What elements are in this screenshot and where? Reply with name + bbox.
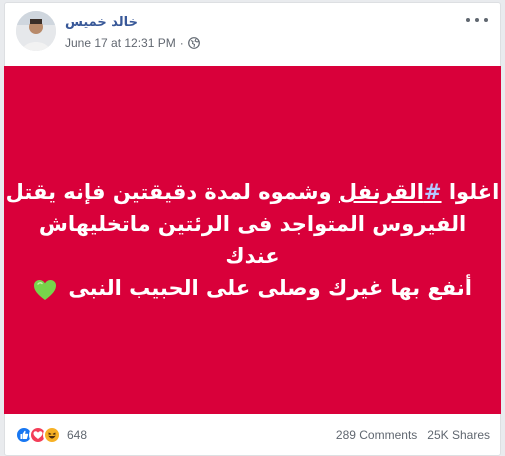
post-card: خالد خميس June 17 at 12:31 PM · اغلوا #ا… <box>4 2 501 456</box>
author-avatar[interactable] <box>16 11 56 51</box>
line1-prefix: اغلوا <box>441 180 500 204</box>
line4-text: أنفع بها غيرك وصلى على الحبيب النبى <box>68 276 472 300</box>
meta-separator: · <box>179 36 184 50</box>
image-text-line-1: اغلوا #القرنفل وشموه لمدة دقيقتين فإنه ي… <box>6 176 500 208</box>
post-meta: June 17 at 12:31 PM · <box>65 36 200 50</box>
image-text-line-4: أنفع بها غيرك وصلى على الحبيب النبى <box>33 272 472 304</box>
post-image[interactable]: اغلوا #القرنفل وشموه لمدة دقيقتين فإنه ي… <box>4 66 501 414</box>
image-text-line-3: عندك <box>225 244 280 268</box>
haha-icon <box>43 426 61 444</box>
hashtag-link[interactable]: #القرنفل <box>339 180 442 204</box>
post-timestamp[interactable]: June 17 at 12:31 PM <box>65 36 176 50</box>
green-heart-icon <box>33 278 57 300</box>
hash-symbol: # <box>423 180 442 204</box>
hashtag-text: القرنفل <box>338 180 424 204</box>
author-name[interactable]: خالد خميس <box>65 15 138 30</box>
comments-count[interactable]: 289 Comments <box>336 428 417 442</box>
post-footer: 648 289 Comments 25K Shares <box>5 415 500 455</box>
globe-icon[interactable] <box>187 37 200 49</box>
post-header: خالد خميس June 17 at 12:31 PM · <box>5 3 500 67</box>
shares-count[interactable]: 25K Shares <box>427 428 490 442</box>
reactions-summary[interactable]: 648 <box>15 426 87 444</box>
post-stats: 289 Comments 25K Shares <box>336 428 490 442</box>
image-text-line-2: الفيروس المتواجد فى الرئتين ماتخليهاش <box>38 212 467 236</box>
reaction-count[interactable]: 648 <box>67 428 87 442</box>
line1-suffix: وشموه لمدة دقيقتين فإنه يقتل <box>5 180 339 204</box>
more-options-icon[interactable] <box>466 13 488 27</box>
